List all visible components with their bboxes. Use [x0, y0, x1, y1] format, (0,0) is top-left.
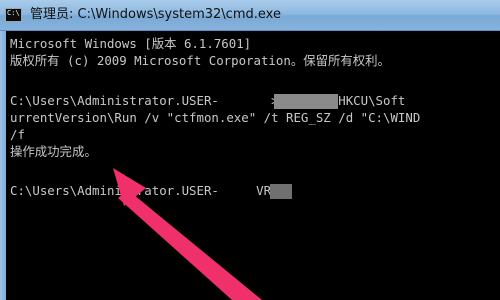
console-output[interactable]: Microsoft Windows [版本 6.1.7601] 版权所有 (c)…	[6, 31, 500, 300]
console-line-command: C:\Users\Administrator.USER- >reg add HK…	[10, 93, 406, 108]
cmd-window: C:\ 管理员: C:\Windows\system32\cmd.exe Mic…	[0, 0, 500, 300]
console-line-flag: /f	[10, 127, 25, 142]
window-title: 管理员: C:\Windows\system32\cmd.exe	[30, 7, 281, 22]
cmd-icon-label: C:\	[7, 9, 20, 17]
console-line-result: 操作成功完成。	[10, 144, 97, 159]
title-bar[interactable]: C:\ 管理员: C:\Windows\system32\cmd.exe	[0, 0, 500, 31]
console-line-version: Microsoft Windows [版本 6.1.7601]	[10, 36, 252, 51]
console-line-command-wrap: urrentVersion\Run /v "ctfmon.exe" /t REG…	[10, 110, 421, 125]
console-line-prompt: C:\Users\Administrator.USER- VR>	[10, 183, 279, 198]
cmd-icon[interactable]: C:\	[5, 8, 22, 22]
redaction-block	[274, 94, 338, 109]
console-line-copyright: 版权所有 (c) 2009 Microsoft Corporation。保留所有…	[10, 53, 390, 68]
redaction-block	[270, 184, 292, 199]
